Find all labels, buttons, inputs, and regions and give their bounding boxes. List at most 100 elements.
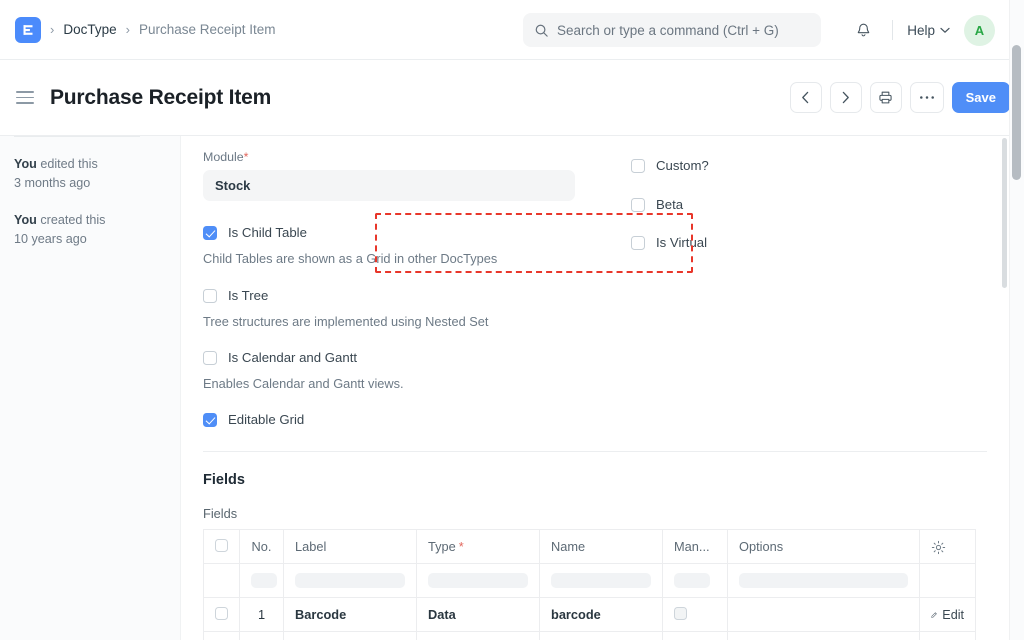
is-calendar-gantt-row[interactable]: Is Calendar and Gantt <box>203 350 593 365</box>
is-child-table-checkbox[interactable] <box>203 226 217 240</box>
row-options[interactable] <box>728 598 920 632</box>
fields-grid: No. Label Type* Name Man... Options <box>203 529 976 640</box>
skeleton-cell-chk <box>204 564 240 598</box>
page-actions: Save <box>790 82 1010 113</box>
skeleton-bar <box>251 573 277 588</box>
header-settings[interactable] <box>920 530 976 564</box>
created-actor: You <box>14 213 37 227</box>
next-doc-button[interactable] <box>830 82 862 113</box>
is-calendar-gantt-help: Enables Calendar and Gantt views. <box>203 376 593 391</box>
table-row[interactable]: 1 Barcode Data barcode <box>204 598 976 632</box>
hamburger-line-1 <box>16 91 34 93</box>
is-tree-row[interactable]: Is Tree <box>203 288 593 303</box>
editable-grid-label[interactable]: Editable Grid <box>228 412 304 427</box>
row-label[interactable]: Barcode <box>284 598 417 632</box>
help-dropdown[interactable]: Help <box>907 23 950 38</box>
is-calendar-gantt-group: Is Calendar and Gantt Enables Calendar a… <box>203 350 593 391</box>
avatar[interactable]: A <box>964 15 995 46</box>
custom-row[interactable]: Custom? <box>631 158 923 173</box>
row-no: 1 <box>240 598 284 632</box>
beta-label[interactable]: Beta <box>656 197 683 212</box>
fields-grid-label: Fields <box>203 506 987 521</box>
prev-doc-button[interactable] <box>790 82 822 113</box>
header-no: No. <box>240 530 284 564</box>
created-action: created this <box>40 213 105 227</box>
is-virtual-checkbox[interactable] <box>631 236 645 250</box>
skeleton-cell-settings <box>920 564 976 598</box>
row-name[interactable] <box>540 632 663 640</box>
search-input[interactable] <box>557 23 810 38</box>
header-type: Type* <box>417 530 540 564</box>
breadcrumb-current[interactable]: Purchase Receipt Item <box>139 22 276 37</box>
editable-grid-row[interactable]: Editable Grid <box>203 412 593 427</box>
row-select-cell[interactable] <box>204 598 240 632</box>
row-mandatory-cell[interactable] <box>663 598 728 632</box>
header-type-required-marker: * <box>459 539 464 554</box>
module-field-label: Module* <box>203 150 593 164</box>
row-mandatory-cell[interactable] <box>663 632 728 640</box>
is-virtual-label[interactable]: Is Virtual <box>656 235 707 250</box>
select-all-checkbox[interactable] <box>215 539 228 552</box>
sidebar-divider <box>14 136 140 137</box>
row-mandatory-checkbox[interactable] <box>674 607 687 620</box>
beta-checkbox[interactable] <box>631 198 645 212</box>
is-child-table-help: Child Tables are shown as a Grid in othe… <box>203 251 593 266</box>
module-input[interactable] <box>203 170 575 201</box>
sidebar-toggle-icon[interactable] <box>16 87 38 109</box>
row-label[interactable] <box>284 632 417 640</box>
fields-heading: Fields <box>203 472 987 488</box>
page-scrollbar-thumb[interactable] <box>1012 45 1021 180</box>
breadcrumb-doctype[interactable]: DocType <box>63 22 116 37</box>
page-scrollbar[interactable] <box>1009 0 1024 640</box>
row-edit-cell[interactable]: Edit <box>920 598 976 632</box>
custom-checkbox[interactable] <box>631 159 645 173</box>
header-name: Name <box>540 530 663 564</box>
row-edit-button[interactable]: Edit <box>931 608 964 622</box>
row-type[interactable]: Data <box>417 598 540 632</box>
row-edit-cell[interactable] <box>920 632 976 640</box>
app-logo[interactable] <box>15 17 41 43</box>
hamburger-line-2 <box>16 97 34 99</box>
navbar-divider <box>892 20 893 40</box>
is-tree-checkbox[interactable] <box>203 289 217 303</box>
table-row-partial[interactable] <box>204 632 976 640</box>
is-calendar-gantt-label[interactable]: Is Calendar and Gantt <box>228 350 357 365</box>
navbar-right-group: Help A <box>848 0 995 60</box>
module-label-text: Module <box>203 150 244 164</box>
is-child-table-label[interactable]: Is Child Table <box>228 225 307 240</box>
chevron-right-icon <box>841 91 850 104</box>
chevron-down-icon <box>940 27 950 34</box>
save-button[interactable]: Save <box>952 82 1010 113</box>
is-calendar-gantt-checkbox[interactable] <box>203 351 217 365</box>
skeleton-bar <box>295 573 405 588</box>
fields-grid-body: 1 Barcode Data barcode <box>204 564 976 640</box>
custom-label[interactable]: Custom? <box>656 158 709 173</box>
form-area: Module* Is Child Table Child Tables are … <box>181 136 1009 640</box>
printer-icon <box>878 90 893 105</box>
print-button[interactable] <box>870 82 902 113</box>
row-select-cell[interactable] <box>204 632 240 640</box>
form-scroll-thumb[interactable] <box>1002 138 1007 288</box>
header-mandatory: Man... <box>663 530 728 564</box>
is-tree-label[interactable]: Is Tree <box>228 288 268 303</box>
breadcrumb-separator-2: › <box>126 23 130 36</box>
row-name[interactable]: barcode <box>540 598 663 632</box>
hamburger-line-3 <box>16 102 34 104</box>
more-actions-button[interactable] <box>910 82 944 113</box>
settings-right-column: Custom? Beta Is Virtual <box>593 150 923 427</box>
ellipsis-icon <box>919 95 935 100</box>
is-child-table-row[interactable]: Is Child Table <box>203 225 593 240</box>
is-virtual-row[interactable]: Is Virtual <box>631 235 923 250</box>
beta-row[interactable]: Beta <box>631 197 923 212</box>
row-type[interactable] <box>417 632 540 640</box>
document-sidebar: You edited this 3 months ago You created… <box>0 136 181 640</box>
row-select-checkbox[interactable] <box>215 607 228 620</box>
global-search[interactable] <box>523 13 821 47</box>
header-select-all[interactable] <box>204 530 240 564</box>
row-options[interactable] <box>728 632 920 640</box>
notifications-button[interactable] <box>848 15 878 45</box>
chevron-left-icon <box>801 91 810 104</box>
editable-grid-checkbox[interactable] <box>203 413 217 427</box>
table-header-row: No. Label Type* Name Man... Options <box>204 530 976 564</box>
page-title: Purchase Receipt Item <box>50 86 271 110</box>
